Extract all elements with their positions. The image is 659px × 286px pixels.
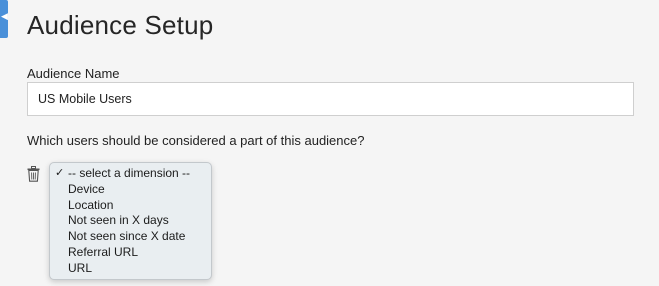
dimension-option-label: URL xyxy=(68,260,93,275)
chevron-left-icon: ◀ xyxy=(1,11,8,21)
dimension-option-label: Location xyxy=(68,197,114,212)
audience-name-label: Audience Name xyxy=(27,66,120,81)
dimension-option-device[interactable]: Device xyxy=(50,182,211,198)
dimension-option-select[interactable]: ✓ -- select a dimension -- xyxy=(50,166,211,182)
dimension-option-location[interactable]: Location xyxy=(50,198,211,214)
dimension-option-label: Not seen in X days xyxy=(68,213,169,228)
checkmark-icon: ✓ xyxy=(55,167,65,179)
dimension-option-referral-url[interactable]: Referral URL xyxy=(50,245,211,261)
dimension-option-label: Device xyxy=(68,181,105,196)
dimension-option-url[interactable]: URL xyxy=(50,261,211,277)
sidebar-toggle-tab[interactable]: ◀ xyxy=(0,0,8,38)
trash-icon[interactable] xyxy=(27,166,40,182)
dimension-option-label: -- select a dimension -- xyxy=(68,166,191,180)
dimension-option-not-seen-days[interactable]: Not seen in X days xyxy=(50,213,211,229)
dimension-option-not-seen-date[interactable]: Not seen since X date xyxy=(50,229,211,245)
dimension-option-label: Not seen since X date xyxy=(68,229,186,244)
dimension-option-label: Referral URL xyxy=(68,244,139,259)
page-title: Audience Setup xyxy=(27,10,214,40)
audience-criteria-question: Which users should be considered a part … xyxy=(27,133,365,148)
dimension-select-menu[interactable]: ✓ -- select a dimension -- Device Locati… xyxy=(49,162,212,280)
audience-name-input[interactable] xyxy=(27,82,634,116)
